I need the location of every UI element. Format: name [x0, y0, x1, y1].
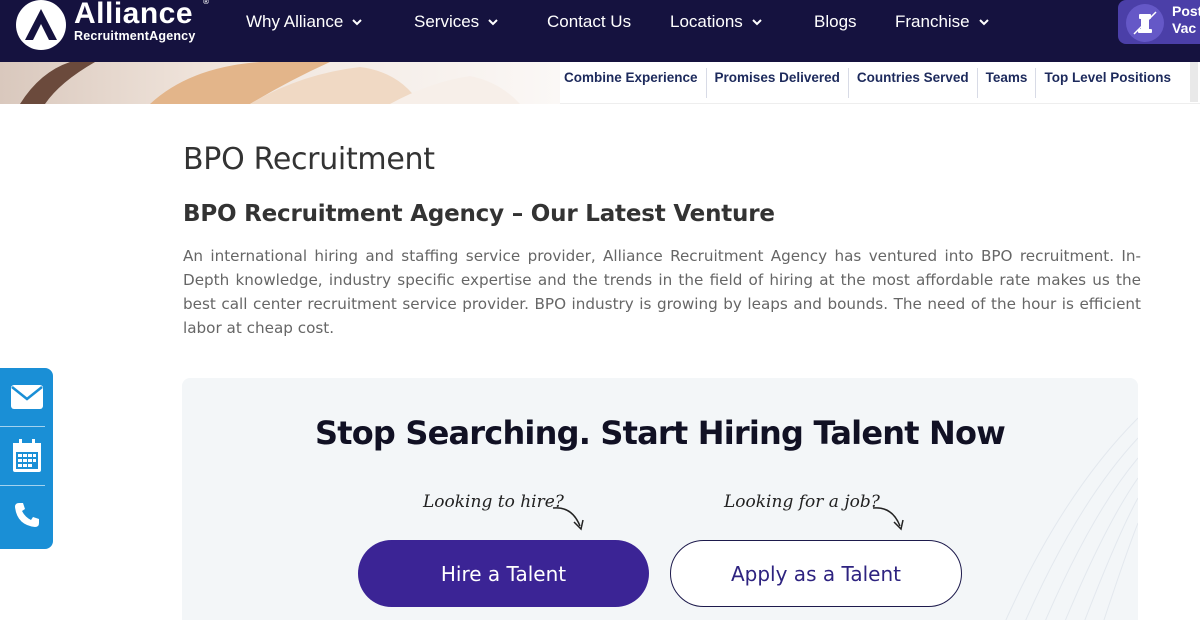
stats-bar: Combine Experience Promises Delivered Co… [556, 68, 1179, 98]
nav-item-label: Franchise [895, 12, 970, 31]
post-vacancy-icon [1126, 4, 1164, 42]
call-button[interactable] [0, 486, 53, 544]
chevron-down-icon [752, 19, 762, 26]
intro-paragraph: An international hiring and staffing ser… [183, 247, 1141, 337]
brand-name: Alliance [74, 0, 194, 30]
nav-item-why-alliance[interactable]: Why Alliance [246, 10, 363, 34]
nav-item-contact-us[interactable]: Contact Us [547, 10, 631, 34]
chevron-down-icon [488, 19, 498, 26]
nav-item-label: Contact Us [547, 12, 632, 31]
job-hint-text: Looking for a job? [724, 492, 880, 512]
nav-item-services[interactable]: Services [414, 10, 499, 34]
stat-teams: Teams [978, 68, 1037, 98]
registered-mark: ® [202, 0, 210, 6]
stat-combine-experience: Combine Experience [556, 68, 707, 98]
nav-item-label: Services [414, 12, 480, 31]
brand-logo[interactable]: Alliance ® RecruitmentAgency [14, 0, 214, 50]
apply-as-a-talent-button[interactable]: Apply as a Talent [670, 540, 962, 607]
hero-scrollbar[interactable] [1190, 62, 1198, 102]
phone-icon [14, 503, 39, 527]
nav-item-label: Locations [670, 12, 743, 31]
stat-countries-served: Countries Served [849, 68, 978, 98]
email-button[interactable] [0, 368, 53, 426]
schedule-button[interactable] [0, 427, 53, 485]
mail-icon [10, 385, 43, 409]
nav-item-locations[interactable]: Locations [670, 10, 763, 34]
hero-photo [0, 62, 560, 104]
post-vacancy-line2: Vac [1172, 20, 1197, 36]
curved-arrow-icon [552, 507, 584, 531]
chevron-down-icon [978, 19, 989, 26]
post-vacancy-label: Post Vac [1172, 3, 1200, 37]
nav-item-franchise[interactable]: Franchise [895, 10, 990, 34]
hero-strip: Combine Experience Promises Delivered Co… [0, 62, 1200, 104]
top-navbar: Alliance ® RecruitmentAgency Why Allianc… [0, 0, 1200, 62]
curved-arrow-icon [872, 507, 904, 531]
cta-title: Stop Searching. Start Hiring Talent Now [314, 414, 1006, 452]
floating-contact-sidebar [0, 368, 53, 549]
page-title: BPO Recruitment [183, 142, 435, 177]
post-vacancy-line1: Post [1172, 3, 1200, 19]
post-vacancy-button[interactable]: Post Vac [1118, 0, 1200, 44]
calendar-icon [12, 439, 41, 472]
chevron-down-icon [352, 19, 363, 26]
hire-a-talent-button[interactable]: Hire a Talent [358, 540, 649, 607]
nav-item-blogs[interactable]: Blogs [814, 10, 857, 34]
stat-top-level-positions: Top Level Positions [1044, 70, 1171, 85]
page-subtitle: BPO Recruitment Agency – Our Latest Vent… [183, 201, 775, 227]
hire-hint-text: Looking to hire? [423, 492, 564, 512]
cta-card: Stop Searching. Start Hiring Talent Now … [182, 378, 1138, 620]
brand-tagline: RecruitmentAgency [74, 29, 196, 43]
nav-item-label: Blogs [814, 12, 857, 31]
alliance-logo-mark-icon [16, 0, 66, 50]
stat-promises-delivered: Promises Delivered [707, 68, 849, 98]
nav-item-label: Why Alliance [246, 12, 344, 31]
